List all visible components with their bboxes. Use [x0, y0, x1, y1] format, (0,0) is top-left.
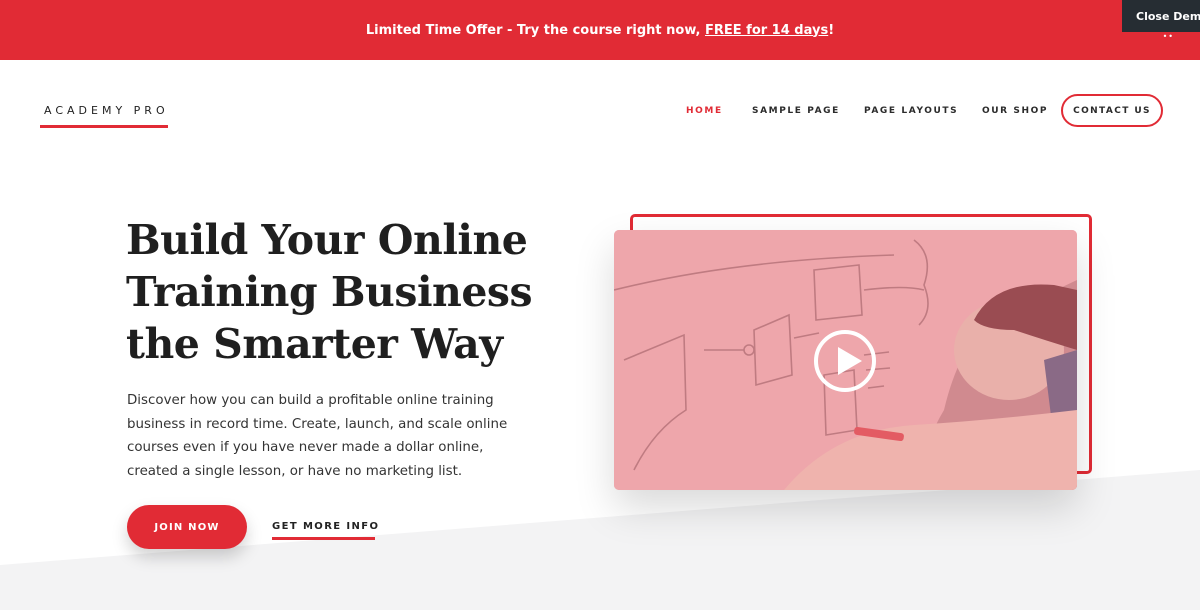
hero-description: Discover how you can build a profitable … — [127, 389, 527, 483]
logo-underline — [40, 125, 168, 128]
site-header: ACADEMY PRO HOME SAMPLE PAGE PAGE LAYOUT… — [0, 60, 1200, 160]
nav-our-shop[interactable]: OUR SHOP — [982, 106, 1048, 116]
hero-title-line: the Smarter Way — [126, 320, 503, 368]
promo-link[interactable]: FREE for 14 days — [705, 23, 828, 38]
hero-description-line: courses even if you have never made a do… — [127, 440, 484, 455]
nav-page-layouts[interactable]: PAGE LAYOUTS — [864, 106, 958, 116]
close-demo-label: Close Demo — [1136, 9, 1200, 23]
hero-description-line: created a single lesson, or have no mark… — [127, 463, 463, 479]
promo-bar: Limited Time Offer - Try the course righ… — [0, 0, 1200, 60]
site-logo[interactable]: ACADEMY PRO — [44, 104, 169, 117]
promo-suffix: ! — [828, 22, 835, 38]
hero-description-line: Discover how you can build a profitable … — [127, 393, 494, 408]
get-more-info-link[interactable]: GET MORE INFO — [272, 521, 379, 532]
close-demo-dots: •• — [1162, 32, 1174, 41]
hero-description-line: business in record time. Create, launch,… — [127, 416, 508, 432]
get-more-info-underline — [272, 537, 375, 540]
promo-text: Limited Time Offer - Try the course righ… — [365, 22, 701, 38]
nav-contact-button[interactable]: CONTACT US — [1061, 94, 1163, 127]
hero-title-line: Training Business — [126, 268, 533, 316]
close-demo-button[interactable]: Close Demo — [1122, 0, 1200, 32]
hero-title-line: Build Your Online — [126, 216, 528, 264]
nav-home[interactable]: HOME — [686, 106, 723, 116]
join-now-button[interactable]: JOIN NOW — [127, 505, 247, 549]
nav-sample-page[interactable]: SAMPLE PAGE — [752, 106, 840, 116]
play-icon[interactable] — [814, 330, 876, 392]
hero-title: Build Your Online Training Business the … — [126, 214, 546, 370]
